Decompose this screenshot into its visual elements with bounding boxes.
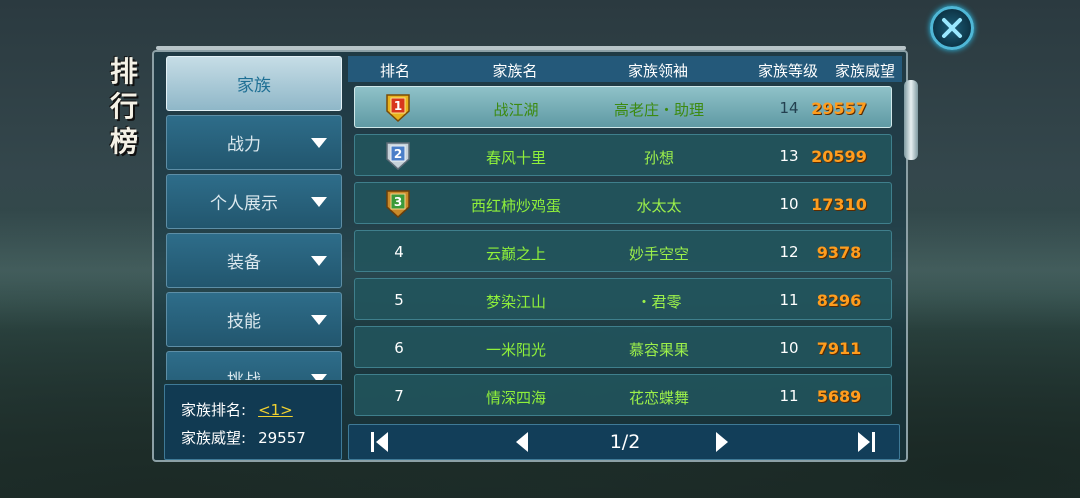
tab-equipment[interactable]: 装备 [166, 233, 342, 288]
family-prestige: 7911 [816, 339, 862, 358]
family-rank-label: 家族排名: [181, 401, 247, 419]
tab-skills[interactable]: 技能 [166, 292, 342, 347]
table-header: 排名 家族名 家族领袖 家族等级 家族威望 [348, 56, 902, 82]
family-leader: 妙手空空 [628, 245, 689, 263]
family-leader: 水太太 [636, 197, 682, 215]
close-icon [942, 18, 962, 38]
family-name: 一米阳光 [485, 341, 546, 359]
family-prestige-label: 家族威望: [181, 429, 247, 447]
family-leader: 慕容果果 [628, 341, 689, 359]
table-row[interactable]: 3 西红柿炒鸡蛋 水太太 10 17310 [354, 182, 892, 224]
prev-page-button[interactable] [513, 431, 531, 453]
header-rank: 排名 [379, 62, 410, 80]
family-leader: 孙想 [643, 149, 674, 167]
tab-label: 装备 [227, 253, 261, 273]
family-prestige: 8296 [816, 291, 862, 310]
family-name: 梦染江山 [485, 293, 546, 311]
tab-challenge[interactable]: 挑战 [166, 351, 342, 380]
table-row[interactable]: 5 梦染江山 ・君零 11 8296 [354, 278, 892, 320]
chevron-down-icon [311, 314, 327, 325]
header-family-name: 家族名 [492, 62, 538, 80]
medal-number: 1 [394, 99, 402, 113]
my-family-info: 家族排名: <1> 家族威望: 29557 [164, 384, 342, 460]
scroll-ornament [904, 80, 918, 160]
family-prestige: 20599 [811, 147, 867, 166]
tab-power[interactable]: 战力 [166, 115, 342, 170]
family-prestige: 5689 [816, 387, 862, 406]
header-prestige: 家族威望 [834, 62, 895, 80]
family-rank: 4 [394, 243, 404, 261]
family-prestige: 17310 [811, 195, 867, 214]
tab-label: 技能 [227, 312, 261, 332]
page-indicator: 1/2 [609, 431, 641, 453]
family-prestige: 29557 [811, 99, 867, 118]
header-leader: 家族领袖 [627, 62, 688, 80]
tab-label: 家族 [237, 76, 271, 96]
family-prestige-value: 29557 [258, 429, 306, 447]
chevron-down-icon [311, 196, 327, 207]
family-rank: 5 [394, 291, 404, 309]
chevron-down-icon [311, 137, 327, 148]
table-row[interactable]: 1 战江湖 高老庄・助理 14 29557 [354, 86, 892, 128]
pagination-bar: 1/2 [348, 424, 900, 460]
family-prestige: 9378 [816, 243, 862, 262]
family-rank-link[interactable]: <1> [258, 401, 293, 419]
tab-family[interactable]: 家族 [166, 56, 342, 111]
chevron-down-icon [311, 255, 327, 266]
family-leader: ・君零 [636, 293, 682, 311]
tab-label: 挑战 [167, 366, 311, 380]
tab-personal-showcase[interactable]: 个人展示 [166, 174, 342, 229]
ranking-table: 排名 家族名 家族领袖 家族等级 家族威望 1 战江湖 高老庄・助理 14 29… [348, 56, 902, 420]
family-rank: 7 [394, 387, 404, 405]
family-rank: 6 [394, 339, 404, 357]
family-leader: 高老庄・助理 [613, 101, 704, 119]
family-name: 春风十里 [485, 149, 546, 167]
last-page-button[interactable] [855, 431, 877, 453]
table-row[interactable]: 2 春风十里 孙想 13 20599 [354, 134, 892, 176]
family-leader: 花恋蝶舞 [628, 389, 689, 407]
tab-label: 个人展示 [210, 194, 278, 214]
next-page-button[interactable] [713, 431, 731, 453]
bronze-medal-icon: 3 [386, 190, 410, 219]
medal-number: 2 [394, 147, 402, 161]
family-name: 云巅之上 [485, 245, 546, 263]
chevron-down-icon [311, 373, 327, 380]
family-name: 战江湖 [493, 101, 539, 119]
category-sidebar: 家族 战力 个人展示 装备 技能 挑战 [162, 54, 344, 380]
first-page-button[interactable] [369, 431, 391, 453]
silver-medal-icon: 2 [386, 142, 410, 171]
family-name: 西红柿炒鸡蛋 [470, 197, 561, 215]
table-row[interactable]: 4 云巅之上 妙手空空 12 9378 [354, 230, 892, 272]
page-title: 排行榜 [109, 55, 138, 158]
family-name: 情深四海 [485, 389, 546, 407]
medal-number: 3 [394, 195, 402, 209]
gold-medal-icon: 1 [386, 94, 410, 123]
table-row[interactable]: 6 一米阳光 慕容果果 10 7911 [354, 326, 892, 368]
close-button[interactable] [930, 6, 974, 50]
table-row[interactable]: 7 情深四海 花恋蝶舞 11 5689 [354, 374, 892, 416]
tab-label: 战力 [227, 135, 261, 155]
